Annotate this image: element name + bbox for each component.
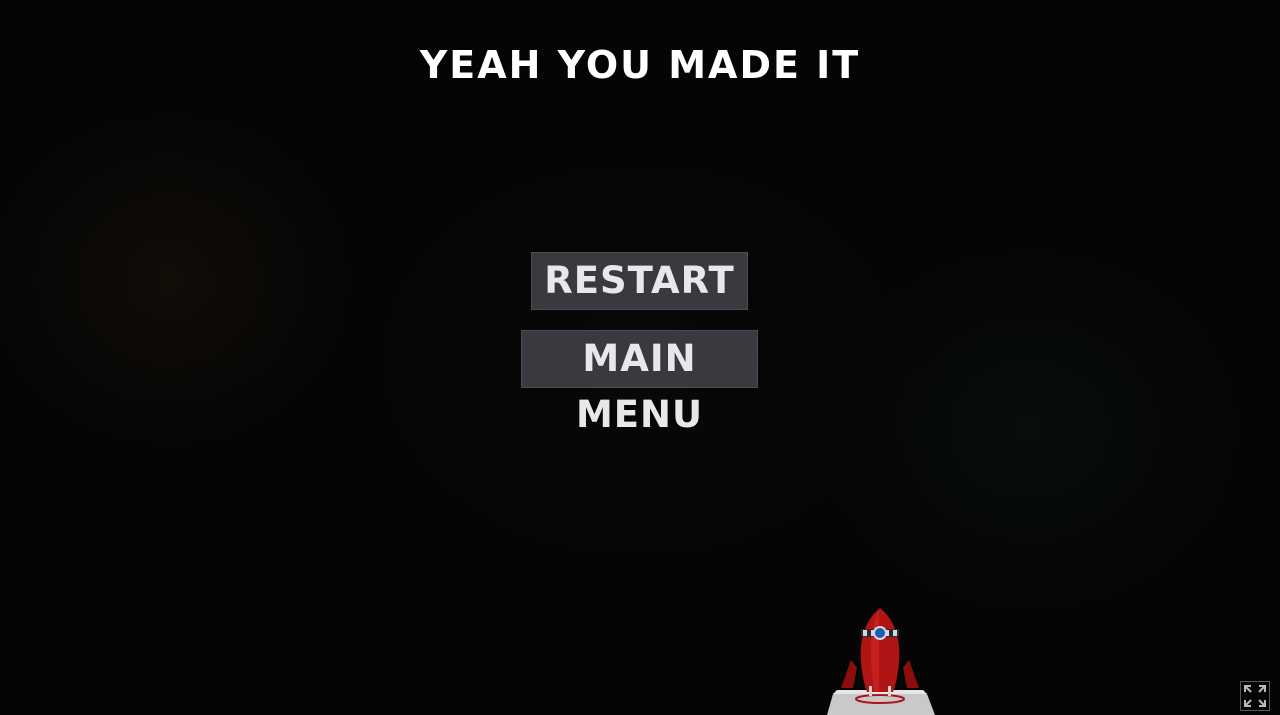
main-menu-button[interactable]: MAIN MENU xyxy=(521,330,758,436)
restart-button[interactable]: RESTART xyxy=(531,252,748,310)
end-title: YEAH YOU MADE IT xyxy=(419,43,861,87)
rocket-icon xyxy=(827,608,935,715)
fullscreen-button[interactable] xyxy=(1240,681,1270,711)
game-end-screen: YEAH YOU MADE IT RESTART MAIN MENU xyxy=(0,0,1280,715)
fullscreen-icon xyxy=(1244,685,1266,707)
